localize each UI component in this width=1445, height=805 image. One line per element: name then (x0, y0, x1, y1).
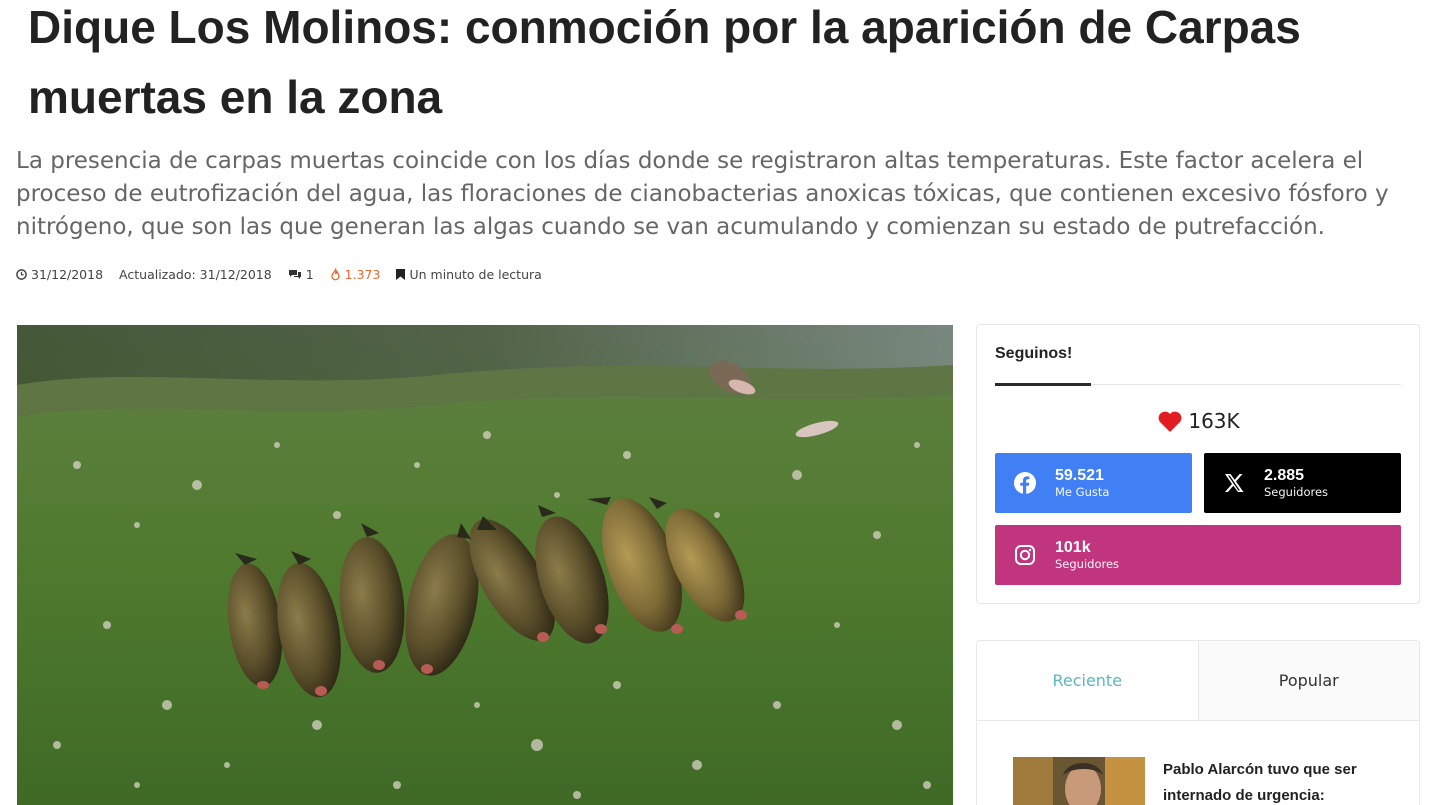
person-photo (1013, 757, 1145, 805)
tab-recent[interactable]: Reciente (977, 641, 1199, 720)
updated-meta: Actualizado: 31/12/2018 (119, 266, 272, 282)
instagram-count: 101k (1055, 539, 1091, 556)
publish-date: 31/12/2018 (31, 266, 104, 282)
instagram-follow-button[interactable]: 101k Seguidores (995, 525, 1401, 585)
article-meta: 31/12/2018 Actualizado: 31/12/2018 1 1.3… (16, 264, 558, 284)
follow-widget: Seguinos! 163K 59.521 Me Gusta 2.885 Seg… (976, 324, 1420, 604)
x-label: Seguidores (1264, 485, 1329, 499)
date-meta: 31/12/2018 (16, 267, 103, 282)
post-thumbnail[interactable] (1013, 757, 1145, 805)
tabs-row: Reciente Popular (977, 641, 1419, 721)
comments-icon (288, 269, 301, 279)
facebook-count: 59.521 (1055, 467, 1104, 484)
featured-image (17, 325, 953, 805)
instagram-icon (995, 545, 1055, 565)
likes-total: 163K (977, 409, 1421, 433)
clock-icon (16, 268, 27, 280)
likes-count: 163K (1188, 409, 1240, 433)
reading-time-meta: Un minuto de lectura (396, 266, 542, 282)
recent-post-item[interactable]: Pablo Alarcón tuvo que ser internado de … (1013, 757, 1373, 805)
comments-count: 1 (305, 266, 314, 282)
bookmark-icon (396, 268, 406, 280)
follow-widget-title: Seguinos! (995, 345, 1073, 362)
facebook-follow-button[interactable]: 59.521 Me Gusta (995, 453, 1192, 513)
instagram-label: Seguidores (1055, 557, 1120, 571)
reading-time: Un minuto de lectura (409, 266, 542, 282)
title-accent (995, 383, 1091, 386)
x-follow-button[interactable]: 2.885 Seguidores (1204, 453, 1401, 513)
facebook-label: Me Gusta (1055, 485, 1110, 499)
views-count: 1.373 (344, 266, 381, 282)
fire-icon (331, 267, 340, 280)
x-icon (1204, 474, 1264, 492)
post-title[interactable]: Pablo Alarcón tuvo que ser internado de … (1163, 757, 1373, 805)
facebook-icon (995, 472, 1055, 494)
heart-icon (1158, 411, 1182, 432)
x-count: 2.885 (1264, 467, 1305, 484)
views-meta: 1.373 (330, 266, 381, 282)
dead-carps-photo (17, 325, 953, 805)
posts-tabs-widget: Reciente Popular Pablo Alarcón tuvo que … (976, 640, 1420, 805)
article-title: Dique Los Molinos: conmoción por la apar… (28, 1, 1301, 123)
article-subtitle: La presencia de carpas muertas coincide … (16, 148, 1389, 240)
tab-popular[interactable]: Popular (1198, 641, 1419, 720)
comments-meta[interactable]: 1 (288, 267, 314, 282)
